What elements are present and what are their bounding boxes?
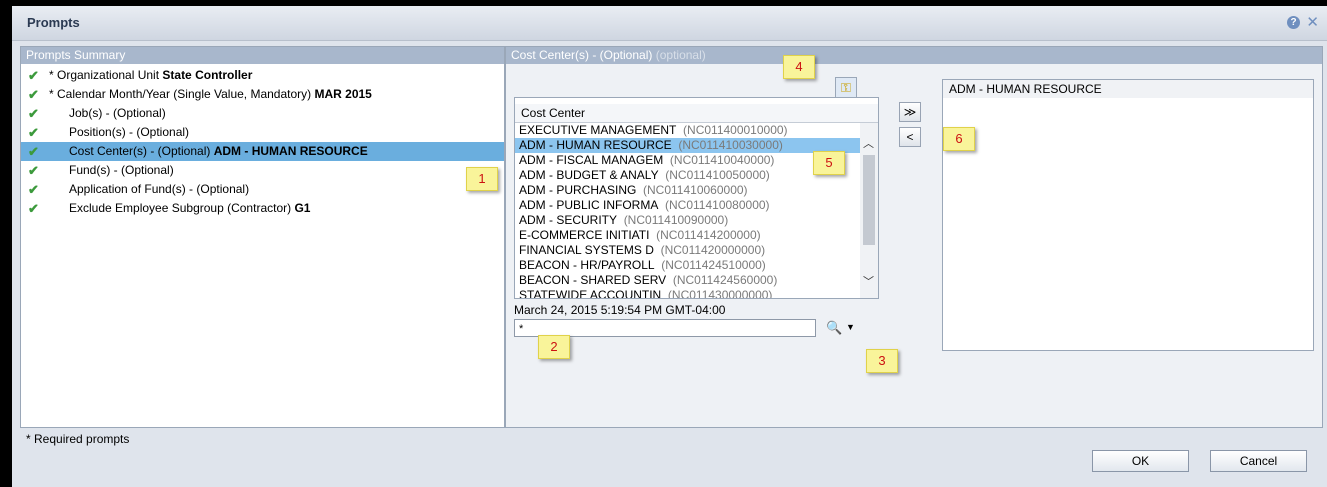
summary-item-label: * Calendar Month/Year (Single Value, Man… (49, 87, 315, 101)
summary-item-value: G1 (294, 201, 311, 215)
add-button[interactable]: ≫ (899, 102, 921, 122)
ok-button[interactable]: OK (1092, 450, 1189, 472)
check-icon: ✔ (28, 201, 39, 216)
list-scrollbar[interactable]: ︿ ﹀ (860, 123, 878, 298)
list-item[interactable]: STATEWIDE ACCOUNTIN (NC011430000000) (515, 288, 878, 298)
remove-button[interactable]: < (899, 127, 921, 147)
summary-item-exclude-subgroup[interactable]: ✔ Exclude Employee Subgroup (Contractor)… (21, 199, 504, 218)
selected-value-item[interactable]: ADM - HUMAN RESOURCE (943, 80, 1313, 98)
callout-3: 3 (866, 349, 898, 373)
list-item[interactable]: FINANCIAL SYSTEMS D (NC011420000000) (515, 243, 878, 258)
summary-item-jobs[interactable]: ✔ Job(s) - (Optional) (21, 104, 504, 123)
check-icon: ✔ (28, 68, 39, 83)
prompts-summary-panel: Prompts Summary ✔ * Organizational Unit … (20, 46, 505, 428)
summary-list: ✔ * Organizational Unit State Controller… (21, 64, 504, 218)
selected-values-list: ADM - HUMAN RESOURCE (942, 79, 1314, 351)
summary-item-value: MAR 2015 (314, 87, 372, 101)
dialog-title: Prompts (27, 15, 80, 30)
list-item[interactable]: ADM - SECURITY (NC011410090000) (515, 213, 878, 228)
summary-item-calendar-month[interactable]: ✔ * Calendar Month/Year (Single Value, M… (21, 85, 504, 104)
dialog-titlebar: Prompts ? ✕ (12, 6, 1327, 41)
callout-6: 6 (943, 127, 975, 151)
cost-center-header-hint: (optional) (655, 48, 706, 62)
list-item[interactable]: EXECUTIVE MANAGEMENT (NC011400010000) (515, 123, 878, 138)
check-icon: ✔ (28, 144, 39, 159)
callout-1: 1 (466, 167, 498, 191)
summary-item-label: Cost Center(s) - (Optional) (69, 144, 214, 158)
check-icon: ✔ (28, 182, 39, 197)
summary-item-label: Fund(s) - (Optional) (69, 163, 174, 177)
scroll-down-icon[interactable]: ﹀ (863, 273, 874, 289)
cost-center-header-title: Cost Center(s) - (Optional) (511, 48, 653, 62)
check-icon: ✔ (28, 106, 39, 121)
cancel-button[interactable]: Cancel (1210, 450, 1307, 472)
key-icon[interactable]: ⚿ (835, 77, 857, 99)
prompts-summary-header: Prompts Summary (21, 47, 504, 64)
refresh-timestamp: March 24, 2015 5:19:54 PM GMT-04:00 (514, 303, 726, 317)
check-icon: ✔ (28, 125, 39, 140)
summary-item-positions[interactable]: ✔ Position(s) - (Optional) (21, 123, 504, 142)
list-item[interactable]: E-COMMERCE INITIATI (NC011414200000) (515, 228, 878, 243)
callout-4: 4 (783, 55, 815, 79)
summary-item-label: Position(s) - (Optional) (69, 125, 190, 139)
summary-item-label: Application of Fund(s) - (Optional) (69, 182, 250, 196)
callout-5: 5 (813, 151, 845, 175)
check-icon: ✔ (28, 87, 39, 102)
help-icon[interactable]: ? (1287, 16, 1300, 29)
summary-item-label: Job(s) - (Optional) (69, 106, 166, 120)
callout-2: 2 (538, 335, 570, 359)
summary-item-value: ADM - HUMAN RESOURCE (213, 144, 368, 158)
close-icon[interactable]: ✕ (1306, 13, 1319, 31)
cost-center-list: Cost Center EXECUTIVE MANAGEMENT (NC0114… (514, 97, 879, 299)
dropdown-icon[interactable]: ▼ (846, 322, 855, 332)
summary-item-funds[interactable]: ✔ Fund(s) - (Optional) (21, 161, 504, 180)
summary-item-cost-center[interactable]: ✔ Cost Center(s) - (Optional) ADM - HUMA… (21, 142, 504, 161)
prompts-dialog: Prompts ? ✕ Prompts Summary ✔ * Organiza… (12, 6, 1327, 487)
cost-center-panel: Cost Center(s) - (Optional) (optional) 4… (505, 46, 1323, 428)
list-item[interactable]: ADM - PURCHASING (NC011410060000) (515, 183, 878, 198)
summary-item-value: State Controller (162, 68, 253, 82)
scroll-thumb[interactable] (863, 155, 875, 245)
list-item[interactable]: ADM - PUBLIC INFORMA (NC011410080000) (515, 198, 878, 213)
list-item[interactable]: BEACON - SHARED SERV (NC011424560000) (515, 273, 878, 288)
check-icon: ✔ (28, 163, 39, 178)
scroll-up-icon[interactable]: ︿ (863, 135, 874, 151)
cost-center-list-header: Cost Center (515, 104, 878, 123)
summary-item-label: Exclude Employee Subgroup (Contractor) (69, 201, 295, 215)
summary-item-application-of-funds[interactable]: ✔ Application of Fund(s) - (Optional) (21, 180, 504, 199)
cost-center-header: Cost Center(s) - (Optional) (optional) (506, 47, 1322, 64)
required-prompts-note: * Required prompts (26, 432, 130, 446)
search-icon[interactable]: 🔍 (826, 320, 842, 336)
list-item[interactable]: BEACON - HR/PAYROLL (NC011424510000) (515, 258, 878, 273)
summary-item-org-unit[interactable]: ✔ * Organizational Unit State Controller (21, 66, 504, 85)
summary-item-label: * Organizational Unit (49, 68, 163, 82)
